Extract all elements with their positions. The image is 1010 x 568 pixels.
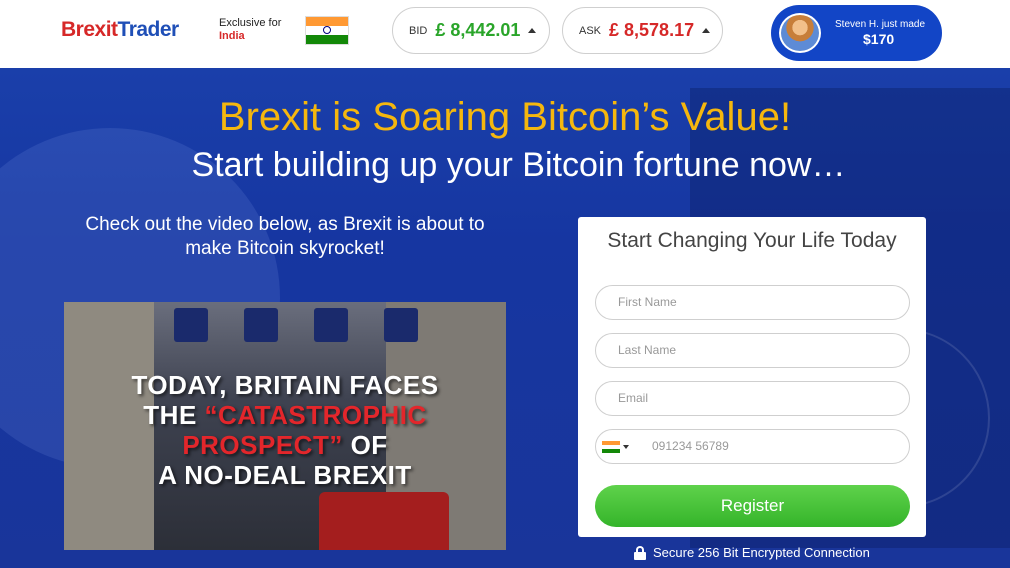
country-flag-icon[interactable] — [602, 441, 620, 453]
ask-value: £ 8,578.17 — [609, 20, 695, 40]
notification-text: Steven H. just made — [835, 19, 926, 30]
union-jack-icon — [384, 308, 418, 342]
bid-label: BID — [409, 24, 428, 37]
brand-logo[interactable]: BrexitTrader — [61, 18, 179, 42]
chevron-down-icon[interactable] — [623, 445, 629, 449]
union-jack-icon — [174, 308, 208, 342]
intro-line-1: Check out the video below, as Brexit is … — [85, 214, 485, 235]
intro-text: Check out the video below, as Brexit is … — [50, 213, 520, 261]
avatar — [779, 13, 821, 53]
lock-icon — [634, 545, 646, 560]
video-player[interactable]: TODAY, BRITAIN FACES THE “CATASTROPHIC P… — [64, 302, 506, 550]
union-jack-icon — [244, 308, 278, 342]
secure-text: Secure 256 Bit Encrypted Connection — [653, 545, 870, 560]
bid-value: £ 8,442.01 — [435, 20, 521, 40]
headline: Brexit is Soaring Bitcoin’s Value! — [218, 95, 792, 139]
caret-up-icon — [702, 28, 711, 33]
union-jack-icon — [314, 308, 348, 342]
last-name-input[interactable]: Last Name — [595, 333, 910, 368]
logo-part-trader: Trader — [117, 18, 180, 41]
profit-notification: Steven H. just made $170 — [771, 5, 942, 61]
first-name-input[interactable]: First Name — [595, 285, 910, 320]
caption-line-3-red: PROSPECT” — [182, 430, 343, 460]
logo-part-brexit: Brexit — [61, 18, 118, 41]
email-input[interactable]: Email — [595, 381, 910, 416]
caption-line-3-white: OF — [342, 430, 388, 460]
ask-label: ASK — [579, 24, 602, 37]
caption-line-2-red: “CATASTROPHIC — [204, 400, 427, 430]
intro-line-2: make Bitcoin skyrocket! — [185, 238, 385, 259]
exclusive-country: India — [219, 30, 245, 42]
india-flag-icon — [305, 16, 349, 45]
notification-amount: $170 — [863, 31, 895, 47]
exclusive-text: Exclusive for — [219, 17, 282, 29]
exclusive-label: Exclusive for India — [219, 17, 281, 43]
ask-ticker: ASK £ 8,578.17 — [562, 7, 723, 54]
signup-form: Start Changing Your Life Today First Nam… — [578, 217, 926, 537]
subheadline: Start building up your Bitcoin fortune n… — [191, 146, 846, 184]
red-bus — [319, 492, 449, 550]
register-button[interactable]: Register — [595, 485, 910, 527]
caret-up-icon — [528, 28, 537, 33]
secure-connection: Secure 256 Bit Encrypted Connection — [634, 545, 870, 560]
caption-line-2-white: THE — [143, 400, 205, 430]
top-header: BrexitTrader Exclusive for India BID £ 8… — [0, 0, 1010, 68]
phone-input[interactable]: 091234 56789 — [595, 429, 910, 464]
video-caption: TODAY, BRITAIN FACES THE “CATASTROPHIC P… — [64, 370, 506, 490]
bid-ticker: BID £ 8,442.01 — [392, 7, 550, 54]
form-title: Start Changing Your Life Today — [607, 229, 897, 252]
caption-line-1: TODAY, BRITAIN FACES — [131, 370, 439, 400]
phone-placeholder: 091234 56789 — [652, 439, 729, 453]
caption-line-4: A NO-DEAL BREXIT — [158, 460, 412, 490]
